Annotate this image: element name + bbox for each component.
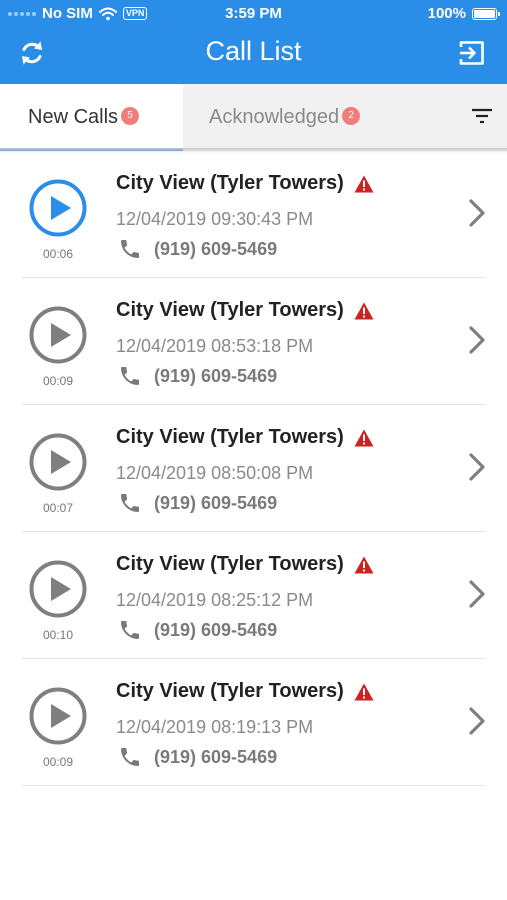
tab-new-calls-label: New Calls (28, 106, 119, 128)
call-phone-line: (919) 609-5469 (118, 237, 277, 261)
tab-new-calls[interactable]: New Calls 5 (0, 84, 183, 151)
call-phone-line: (919) 609-5469 (118, 745, 277, 769)
call-row[interactable]: 00:09 City View (Tyler Towers) 12/04/2019 … (0, 659, 507, 786)
tab-acknowledged-label: Acknowledged (209, 106, 340, 128)
logout-button[interactable] (455, 36, 489, 70)
warning-icon (354, 302, 374, 319)
warning-icon (354, 556, 374, 573)
play-icon[interactable] (29, 433, 87, 491)
call-timestamp: 12/04/2019 09:30:43 PM (116, 209, 314, 229)
phone-icon (121, 621, 139, 639)
call-phone-number[interactable]: (919) 609-5469 (154, 747, 277, 768)
logout-icon (459, 41, 484, 65)
play-icon[interactable] (29, 560, 87, 618)
app-header: No SIM VPN 3:59 PM 100% Call List (0, 0, 507, 84)
warning-icon (354, 429, 374, 446)
phone-icon (121, 748, 139, 766)
warning-icon (354, 683, 374, 700)
call-phone-line: (919) 609-5469 (118, 364, 277, 388)
tab-acknowledged[interactable]: Acknowledged 2 (183, 84, 443, 151)
call-duration: 00:09 (42, 755, 74, 769)
call-row[interactable]: 00:10 City View (Tyler Towers) 12/04/2019 … (0, 532, 507, 659)
chevron-right-icon[interactable] (467, 578, 487, 610)
new-calls-count-badge: 5 (121, 106, 140, 125)
call-duration: 00:06 (42, 247, 74, 261)
call-list: 00:06 City View (Tyler Towers) 12/04/2019 … (0, 151, 507, 786)
call-timestamp: 12/04/2019 08:53:18 PM (116, 336, 314, 356)
call-phone-number[interactable]: (919) 609-5469 (154, 620, 277, 641)
call-timestamp: 12/04/2019 08:50:08 PM (116, 463, 314, 483)
call-title-line: City View (Tyler Towers) (116, 553, 374, 576)
battery-icon (472, 7, 500, 20)
tab-bar: New Calls 5 Acknowledged 2 (0, 84, 507, 151)
phone-icon (121, 240, 139, 258)
call-timestamp: 12/04/2019 08:25:12 PM (116, 590, 314, 610)
play-icon[interactable] (29, 306, 87, 364)
chevron-right-icon[interactable] (467, 197, 487, 229)
call-duration: 00:09 (42, 374, 74, 388)
call-row[interactable]: 00:09 City View (Tyler Towers) 12/04/2019 … (0, 278, 507, 405)
filter-icon (472, 108, 492, 124)
call-location: City View (Tyler Towers) (116, 680, 344, 702)
call-timestamp: 12/04/2019 08:19:13 PM (116, 717, 314, 737)
call-title-line: City View (Tyler Towers) (116, 680, 374, 703)
page-title: Call List (205, 36, 302, 66)
call-row[interactable]: 00:06 City View (Tyler Towers) 12/04/2019 … (0, 151, 507, 278)
chevron-right-icon[interactable] (467, 705, 487, 737)
call-duration: 00:07 (42, 501, 74, 515)
call-phone-line: (919) 609-5469 (118, 491, 277, 515)
status-bar: No SIM VPN 3:59 PM 100% (0, 0, 507, 28)
call-phone-number[interactable]: (919) 609-5469 (154, 239, 277, 260)
call-title-line: City View (Tyler Towers) (116, 426, 374, 449)
call-location: City View (Tyler Towers) (116, 553, 344, 575)
call-phone-number[interactable]: (919) 609-5469 (154, 493, 277, 514)
play-icon[interactable] (29, 179, 87, 237)
chevron-right-icon[interactable] (467, 451, 487, 483)
call-location: City View (Tyler Towers) (116, 426, 344, 448)
call-title-line: City View (Tyler Towers) (116, 172, 374, 195)
play-icon[interactable] (29, 687, 87, 745)
call-row[interactable]: 00:07 City View (Tyler Towers) 12/04/2019 … (0, 405, 507, 532)
filter-button[interactable] (469, 103, 495, 129)
call-location: City View (Tyler Towers) (116, 172, 344, 194)
call-phone-number[interactable]: (919) 609-5469 (154, 366, 277, 387)
acknowledged-count-badge: 2 (342, 106, 361, 125)
warning-icon (354, 175, 374, 192)
call-duration: 00:10 (42, 628, 74, 642)
call-phone-line: (919) 609-5469 (118, 618, 277, 642)
phone-icon (121, 494, 139, 512)
phone-icon (121, 367, 139, 385)
chevron-right-icon[interactable] (467, 324, 487, 356)
call-location: City View (Tyler Towers) (116, 299, 344, 321)
call-title-line: City View (Tyler Towers) (116, 299, 374, 322)
battery-percent: 100% (427, 5, 466, 22)
status-right: 100% (427, 5, 500, 22)
